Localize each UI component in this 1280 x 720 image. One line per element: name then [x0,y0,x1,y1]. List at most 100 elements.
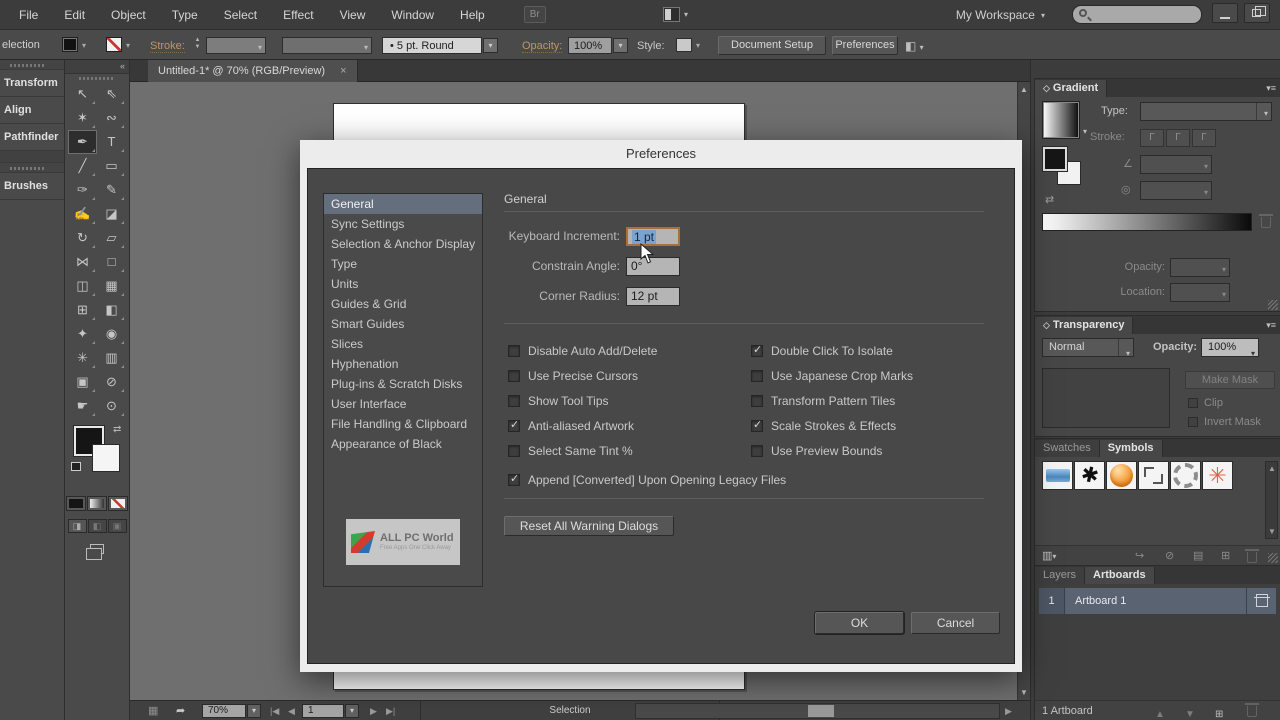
slice-tool[interactable]: ⊘ [97,370,126,394]
draw-behind-button[interactable]: ◧ [88,519,107,533]
menu-item[interactable]: Edit [51,0,98,30]
menu-item[interactable]: Object [98,0,159,30]
gradient-tool[interactable]: ◧ [97,298,126,322]
export-icon[interactable]: ➦ [176,704,185,717]
rotate-tool[interactable]: ↻ [68,226,97,250]
variable-width-profile-dropdown[interactable]: ▾ [282,37,372,54]
panel-resize-grip[interactable] [1268,300,1278,310]
chevron-down-icon[interactable]: ▾ [82,41,86,50]
category-item[interactable]: Guides & Grid [324,294,482,314]
new-symbol-icon[interactable]: ⊞ [1221,549,1230,562]
category-item[interactable]: Type [324,254,482,274]
bridge-button[interactable]: Br [524,6,546,23]
menu-item[interactable]: Select [211,0,270,30]
gradient-slider[interactable] [1042,213,1252,231]
tab-gradient[interactable]: ◇Gradient [1035,80,1107,97]
close-tab-icon[interactable]: × [340,65,346,77]
checkbox[interactable]: Show Tool Tips [508,388,657,413]
opacity-dropdown[interactable]: 100%▾ [568,37,612,54]
category-item[interactable]: Plug-ins & Scratch Disks [324,374,482,394]
checkbox[interactable]: Transform Pattern Tiles [751,388,913,413]
magic-wand-tool[interactable]: ✶ [68,106,97,130]
artboard-icon-cell[interactable] [1246,588,1276,614]
panel-menu-icon[interactable]: ▾≡ [1266,83,1276,94]
stroke-weight-dropdown[interactable]: ▾ [206,37,266,54]
eyedropper-tool[interactable]: ✦ [68,322,97,346]
search-input[interactable] [1072,5,1202,24]
invert-mask-checkbox[interactable]: Invert Mask [1188,416,1261,428]
next-artboard-icon[interactable]: ▶ [370,706,377,717]
zoom-tool[interactable]: ⊙ [97,394,126,418]
make-mask-button[interactable]: Make Mask [1185,371,1275,389]
shape-builder-tool[interactable]: ◫ [68,274,97,298]
screen-mode-button[interactable] [86,543,108,559]
category-item[interactable]: Units [324,274,482,294]
artboard-tool[interactable]: ▣ [68,370,97,394]
color-button[interactable] [66,496,86,511]
minimize-button[interactable] [1212,3,1238,23]
zoom-level-field[interactable]: 70% [202,704,246,718]
type-tool[interactable]: T [97,130,126,154]
chevron-down-icon[interactable]: ▾ [126,41,130,50]
checkbox[interactable]: Use Japanese Crop Marks [751,363,913,388]
checkbox[interactable]: Append [Converted] Upon Opening Legacy F… [508,467,786,492]
stop-location-dropdown[interactable]: ▾ [1170,283,1230,302]
panel-resize-grip[interactable] [1268,553,1278,563]
collapsed-panel-tab[interactable]: Brushes [0,173,64,200]
twirl-symbol[interactable] [1170,461,1201,490]
reset-warnings-button[interactable]: Reset All Warning Dialogs [504,516,674,536]
menu-item[interactable]: Type [159,0,211,30]
paintbrush-tool[interactable]: ✑ [68,178,97,202]
new-artboard-icon[interactable]: ⊞ [1215,705,1223,720]
collapsed-panel-tab[interactable]: Transform [0,70,64,97]
artboard-dropdown-icon[interactable]: ▾ [345,704,359,718]
workspace-switcher[interactable]: My Workspace▾ [956,0,1045,30]
scroll-up-icon[interactable]: ▲ [1020,85,1028,94]
opacity-panel-link[interactable]: Opacity: [522,40,562,53]
scroll-down-icon[interactable]: ▼ [1268,527,1276,536]
stroke-along-icon[interactable]: Г [1166,129,1190,147]
chevron-down-icon[interactable]: ▾ [696,41,700,50]
rectangle-tool[interactable]: ▭ [97,154,126,178]
horizontal-scrollbar[interactable] [635,703,1000,719]
last-artboard-icon[interactable]: ▶| [386,706,395,717]
registration-marks-symbol[interactable] [1138,461,1169,490]
collapsed-panel-tab[interactable]: Pathfinder [0,124,64,151]
align-objects-icon[interactable]: ◧ ▾ [905,39,924,53]
artboard-navigation-field[interactable]: 1 [302,704,344,718]
document-tab[interactable]: Untitled-1* @ 70% (RGB/Preview) × [148,60,358,82]
text-field[interactable]: 12 pt [626,287,680,306]
transparency-opacity-dropdown[interactable]: 100%▾ [1201,338,1259,357]
gradient-button[interactable] [87,496,107,511]
panel-tab[interactable]: Swatches [1035,440,1100,457]
clip-checkbox[interactable]: Clip [1188,397,1223,409]
checkbox[interactable]: Disable Auto Add/Delete [508,338,657,363]
zoom-dropdown-icon[interactable]: ▾ [247,704,261,718]
stop-opacity-dropdown[interactable]: ▾ [1170,258,1230,277]
gradient-fill-swatch[interactable] [1043,147,1067,171]
move-up-icon[interactable]: ▲ [1155,705,1165,720]
hand-tool[interactable]: ☛ [68,394,97,418]
symbol-options-icon[interactable]: ▤ [1193,549,1203,562]
panel-tab[interactable]: Layers [1035,567,1085,584]
scroll-down-icon[interactable]: ▼ [1020,688,1028,697]
column-graph-tool[interactable]: ▥ [97,346,126,370]
break-link-icon[interactable]: ⊘ [1165,549,1174,562]
Artboard 1[interactable]: 1 Artboard 1 [1039,588,1276,614]
stroke-swatch[interactable] [92,444,120,472]
stroke-within-icon[interactable]: Г [1140,129,1164,147]
place-symbol-instance-icon[interactable]: ↪ [1135,549,1144,562]
line-segment-tool[interactable]: ╱ [68,154,97,178]
menu-item[interactable]: Window [378,0,447,30]
delete-stop-icon[interactable] [1261,217,1271,228]
eraser-tool[interactable]: ◪ [97,202,126,226]
stroke-across-icon[interactable]: Г [1192,129,1216,147]
document-setup-button[interactable]: Document Setup [718,36,826,55]
restore-button[interactable] [1244,3,1270,23]
swap-fill-stroke-icon[interactable]: ⇄ [113,424,121,435]
dock-group-grip[interactable] [0,60,64,70]
gradient-thumbnail[interactable] [1042,101,1080,139]
category-item[interactable]: General [324,194,482,214]
checkbox[interactable]: Anti-aliased Artwork [508,413,657,438]
previous-artboard-icon[interactable]: ◀ [288,706,295,717]
